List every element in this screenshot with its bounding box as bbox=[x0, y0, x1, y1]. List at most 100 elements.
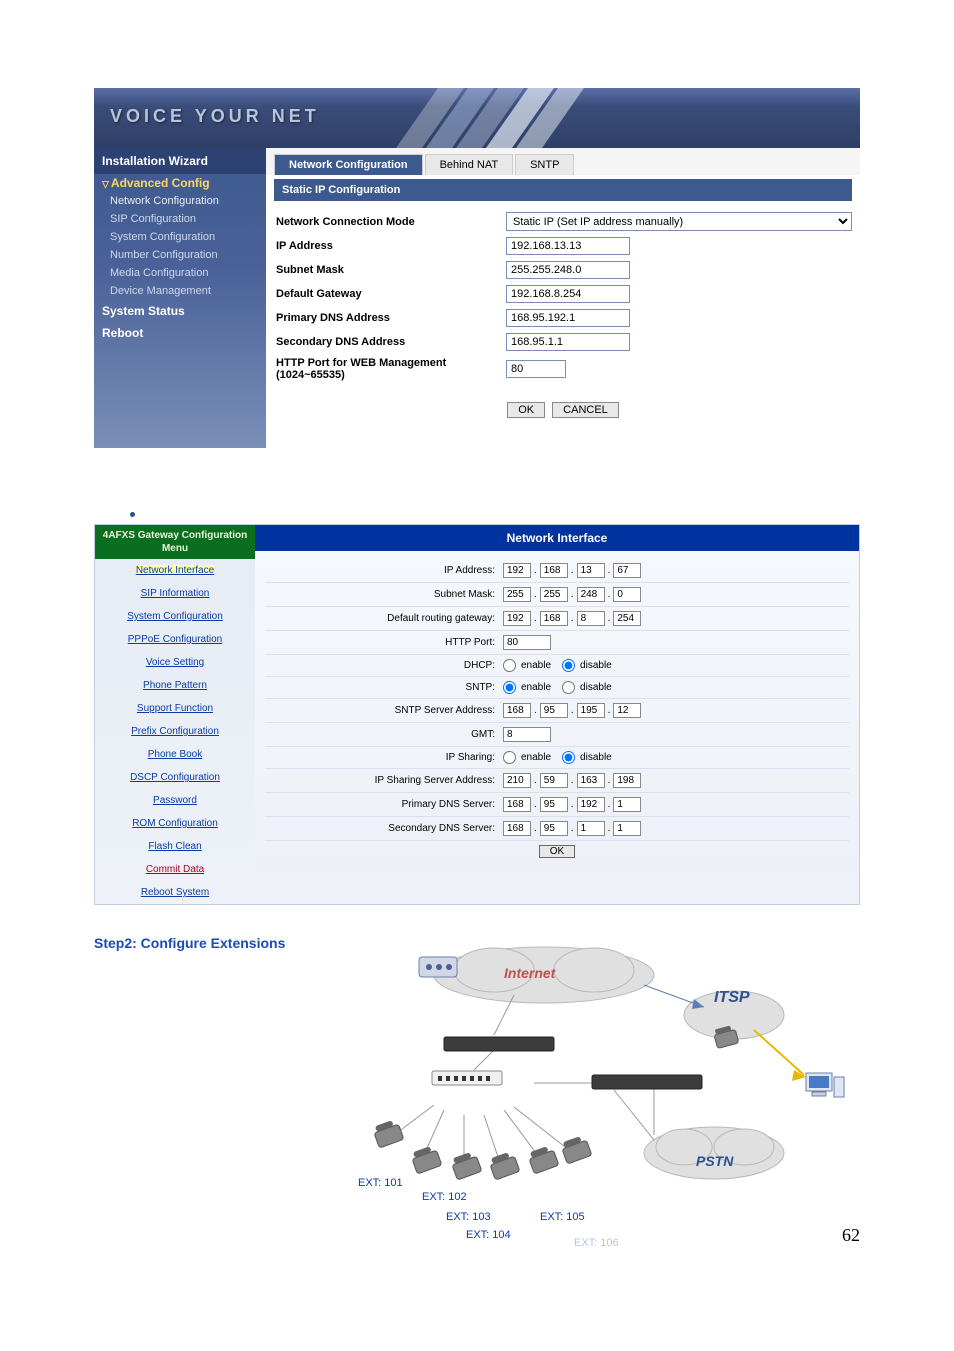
tabs: Network Configuration Behind NAT SNTP bbox=[266, 148, 860, 175]
label-internet: Internet bbox=[504, 965, 555, 981]
input2-sm-2[interactable] bbox=[577, 587, 605, 602]
label-ext105: EXT: 105 bbox=[540, 1211, 585, 1223]
input2-ips-3[interactable] bbox=[613, 773, 641, 788]
banner: VOICE YOUR NET bbox=[94, 88, 860, 148]
label2-ip: IP Address: bbox=[265, 565, 503, 576]
input2-sm-0[interactable] bbox=[503, 587, 531, 602]
sidebar2-rom[interactable]: ROM Configuration bbox=[95, 812, 255, 835]
label2-pdns: Primary DNS Server: bbox=[265, 799, 503, 810]
input2-gw-2[interactable] bbox=[577, 611, 605, 626]
sidebar-install-wizard[interactable]: Installation Wizard bbox=[94, 148, 266, 174]
input2-sm-3[interactable] bbox=[613, 587, 641, 602]
sidebar-item-system[interactable]: System Configuration bbox=[94, 228, 266, 246]
sidebar2-voice[interactable]: Voice Setting bbox=[95, 651, 255, 674]
input2-sm-1[interactable] bbox=[540, 587, 568, 602]
banner-title: VOICE YOUR NET bbox=[110, 106, 320, 127]
input-subnet[interactable] bbox=[506, 261, 630, 279]
input2-sdns-3[interactable] bbox=[613, 821, 641, 836]
cancel-button[interactable]: CANCEL bbox=[552, 402, 619, 418]
input2-ip-0[interactable] bbox=[503, 563, 531, 578]
input2-sdns-0[interactable] bbox=[503, 821, 531, 836]
sidebar-item-device[interactable]: Device Management bbox=[94, 282, 266, 300]
radio-sntp-enable[interactable] bbox=[503, 681, 516, 694]
input2-pdns-3[interactable] bbox=[613, 797, 641, 812]
sidebar2-reboot[interactable]: Reboot System bbox=[95, 881, 255, 904]
sidebar-reboot[interactable]: Reboot bbox=[94, 322, 266, 344]
label-http-port: HTTP Port for WEB Management (1024~65535… bbox=[274, 357, 506, 381]
sidebar2-dscp[interactable]: DSCP Configuration bbox=[95, 766, 255, 789]
sidebar2-network-interface[interactable]: Network Interface bbox=[95, 559, 255, 582]
network-diagram: Internet ITSP PSTN EXT: 101 EXT: 102 EXT… bbox=[334, 935, 854, 1255]
input2-gw-1[interactable] bbox=[540, 611, 568, 626]
input2-sntp-0[interactable] bbox=[503, 703, 531, 718]
ok-button[interactable]: OK bbox=[507, 402, 545, 418]
sidebar-system-status[interactable]: System Status bbox=[94, 300, 266, 322]
tab-sntp[interactable]: SNTP bbox=[515, 154, 574, 175]
diagram-svg bbox=[334, 935, 854, 1255]
step2-title: Step2: Configure Extensions bbox=[94, 935, 285, 951]
sidebar-item-sip[interactable]: SIP Configuration bbox=[94, 210, 266, 228]
label-gateway: Default Gateway bbox=[274, 288, 506, 300]
main2: Network Interface IP Address: . . . Subn… bbox=[255, 525, 859, 904]
sidebar2-support[interactable]: Support Function bbox=[95, 697, 255, 720]
label-itsp: ITSP bbox=[714, 989, 750, 1007]
input2-sdns-2[interactable] bbox=[577, 821, 605, 836]
radio-ips-enable[interactable] bbox=[503, 751, 516, 764]
input-sdns[interactable] bbox=[506, 333, 630, 351]
radio-ips-disable[interactable] bbox=[562, 751, 575, 764]
input2-ip-3[interactable] bbox=[613, 563, 641, 578]
input2-gw-3[interactable] bbox=[613, 611, 641, 626]
input2-sntp-2[interactable] bbox=[577, 703, 605, 718]
tab-network-config[interactable]: Network Configuration bbox=[274, 154, 423, 175]
sidebar2-system-config[interactable]: System Configuration bbox=[95, 605, 255, 628]
label2-sntp-srv: SNTP Server Address: bbox=[265, 705, 503, 716]
label-pdns: Primary DNS Address bbox=[274, 312, 506, 324]
radio-dhcp-enable[interactable] bbox=[503, 659, 516, 672]
label2-gateway: Default routing gateway: bbox=[265, 613, 503, 624]
input2-sntp-1[interactable] bbox=[540, 703, 568, 718]
input-gateway[interactable] bbox=[506, 285, 630, 303]
input2-pdns-0[interactable] bbox=[503, 797, 531, 812]
input2-ips-1[interactable] bbox=[540, 773, 568, 788]
label-ext101: EXT: 101 bbox=[358, 1177, 403, 1189]
label2-http: HTTP Port: bbox=[265, 637, 503, 648]
sidebar2-password[interactable]: Password bbox=[95, 789, 255, 812]
radio-dhcp-disable[interactable] bbox=[562, 659, 575, 672]
select-conn-mode[interactable]: Static IP (Set IP address manually) bbox=[506, 212, 852, 231]
input2-pdns-2[interactable] bbox=[577, 797, 605, 812]
sidebar2-flash[interactable]: Flash Clean bbox=[95, 835, 255, 858]
input2-ip-2[interactable] bbox=[577, 563, 605, 578]
sidebar2-sip-info[interactable]: SIP Information bbox=[95, 582, 255, 605]
input2-http[interactable] bbox=[503, 635, 551, 650]
input2-gmt[interactable] bbox=[503, 727, 551, 742]
sidebar-advanced-config[interactable]: Advanced Config bbox=[94, 174, 266, 192]
input2-sntp-3[interactable] bbox=[613, 703, 641, 718]
input2-ip-1[interactable] bbox=[540, 563, 568, 578]
label2-gmt: GMT: bbox=[265, 729, 503, 740]
input-http-port[interactable] bbox=[506, 360, 566, 378]
label2-dhcp: DHCP: bbox=[265, 660, 503, 671]
sidebar-item-number[interactable]: Number Configuration bbox=[94, 246, 266, 264]
input2-sdns-1[interactable] bbox=[540, 821, 568, 836]
input-pdns[interactable] bbox=[506, 309, 630, 327]
input2-gw-0[interactable] bbox=[503, 611, 531, 626]
label2-sdns: Secondary DNS Server: bbox=[265, 823, 503, 834]
ok2-button[interactable]: OK bbox=[539, 845, 575, 858]
sidebar-item-media[interactable]: Media Configuration bbox=[94, 264, 266, 282]
input-ip[interactable] bbox=[506, 237, 630, 255]
sidebar2-commit[interactable]: Commit Data bbox=[95, 858, 255, 881]
input2-ips-2[interactable] bbox=[577, 773, 605, 788]
sidebar2-header: 4AFXS Gateway Configuration Menu bbox=[95, 525, 255, 559]
input2-ips-0[interactable] bbox=[503, 773, 531, 788]
radio-sntp-disable[interactable] bbox=[562, 681, 575, 694]
sidebar2-phonebook[interactable]: Phone Book bbox=[95, 743, 255, 766]
label-subnet: Subnet Mask bbox=[274, 264, 506, 276]
tab-behind-nat[interactable]: Behind NAT bbox=[425, 154, 514, 175]
sidebar2-phone-pattern[interactable]: Phone Pattern bbox=[95, 674, 255, 697]
label2-ips-srv: IP Sharing Server Address: bbox=[265, 775, 503, 786]
label-ext103: EXT: 103 bbox=[446, 1211, 491, 1223]
input2-pdns-1[interactable] bbox=[540, 797, 568, 812]
sidebar2-prefix[interactable]: Prefix Configuration bbox=[95, 720, 255, 743]
sidebar-item-network[interactable]: Network Configuration bbox=[94, 192, 266, 210]
sidebar2-pppoe[interactable]: PPPoE Configuration bbox=[95, 628, 255, 651]
